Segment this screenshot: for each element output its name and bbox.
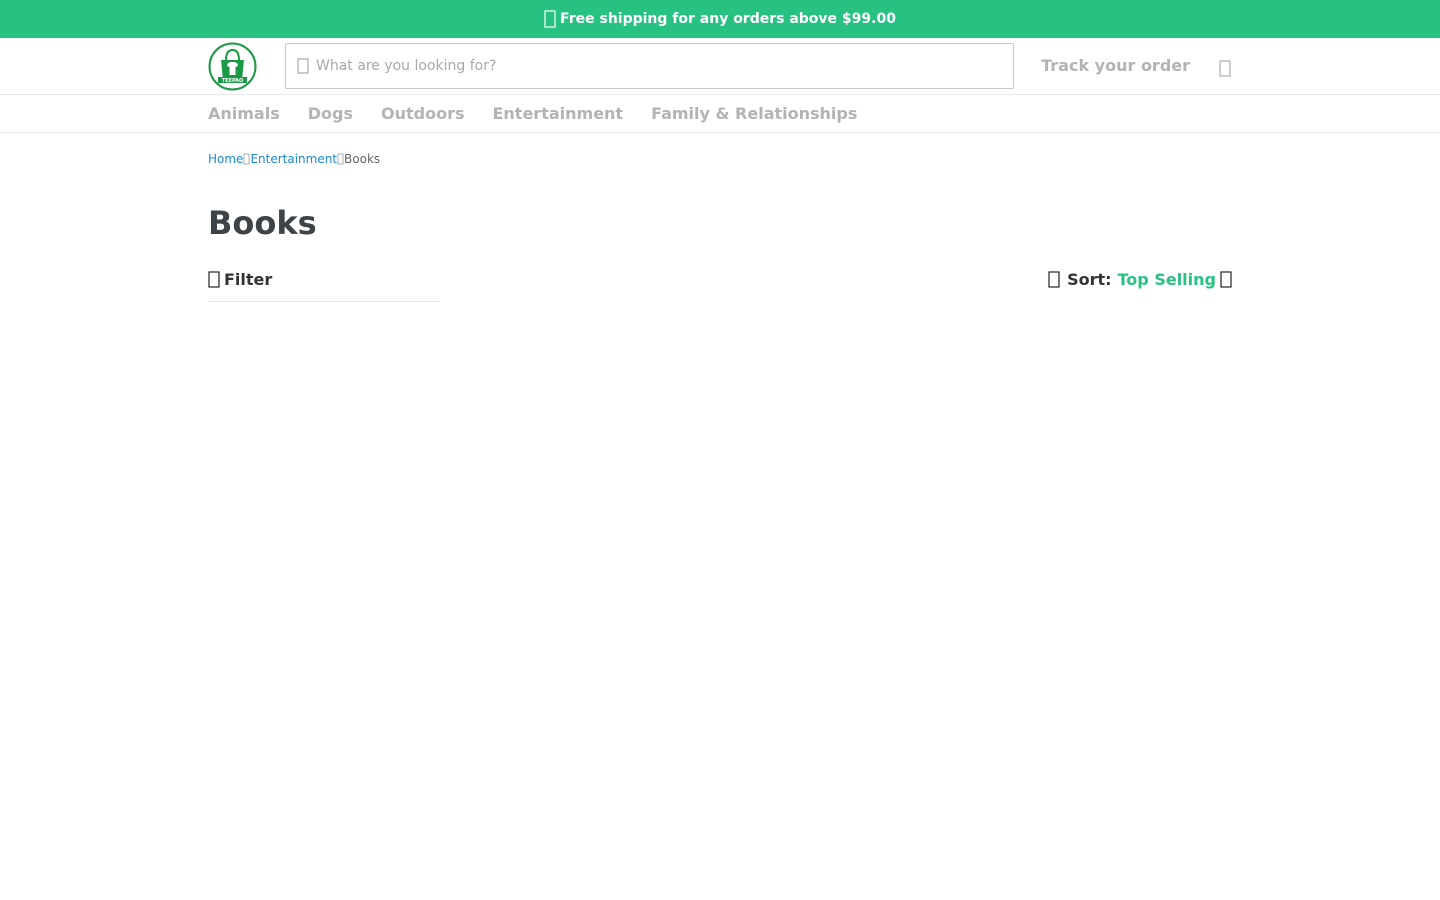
listing-toolbar: Filter Sort: Top Selling — [208, 269, 1232, 302]
promo-banner: Free shipping for any orders above $99.0… — [0, 0, 1440, 38]
filter-button[interactable]: Filter — [208, 269, 272, 289]
breadcrumb-current: Books — [344, 152, 381, 166]
filter-panel: Filter — [208, 269, 440, 302]
search-icon — [297, 58, 309, 74]
promo-text: Free shipping for any orders above $99.0… — [560, 11, 896, 27]
truck-icon — [544, 10, 556, 28]
chevron-down-icon — [1220, 271, 1232, 288]
svg-text:TEEPAO: TEEPAO — [222, 78, 244, 84]
category-nav: Animals Dogs Outdoors Entertainment Fami… — [0, 95, 1440, 133]
chevron-right-icon — [244, 153, 250, 165]
page-title: Books — [208, 204, 317, 242]
sort-button[interactable]: Sort: Top Selling — [1048, 269, 1232, 289]
filter-icon — [208, 271, 220, 288]
sort-label: Sort: — [1067, 269, 1112, 289]
nav-item-family-relationships[interactable]: Family & Relationships — [651, 104, 857, 123]
nav-item-outdoors[interactable]: Outdoors — [381, 104, 465, 123]
chevron-right-icon — [337, 153, 344, 165]
sort-value: Top Selling — [1117, 269, 1216, 289]
sort-icon — [1048, 271, 1060, 288]
breadcrumb-entertainment[interactable]: Entertainment — [250, 152, 337, 166]
breadcrumb-home[interactable]: Home — [208, 152, 243, 166]
cart-icon[interactable] — [1218, 58, 1232, 78]
site-header: TEEPAO Track your order — [0, 38, 1440, 95]
filter-label: Filter — [224, 269, 273, 289]
main-content: Home Entertainment Books Books Filter So… — [208, 133, 1232, 302]
nav-item-entertainment[interactable]: Entertainment — [492, 104, 623, 123]
nav-item-animals[interactable]: Animals — [208, 104, 280, 123]
nav-item-dogs[interactable]: Dogs — [308, 104, 353, 123]
breadcrumb: Home Entertainment Books — [208, 151, 1232, 167]
search-input[interactable] — [316, 58, 956, 74]
search-box[interactable] — [285, 43, 1015, 89]
track-order-link[interactable]: Track your order — [1041, 56, 1190, 75]
logo[interactable]: TEEPAO — [208, 42, 257, 91]
